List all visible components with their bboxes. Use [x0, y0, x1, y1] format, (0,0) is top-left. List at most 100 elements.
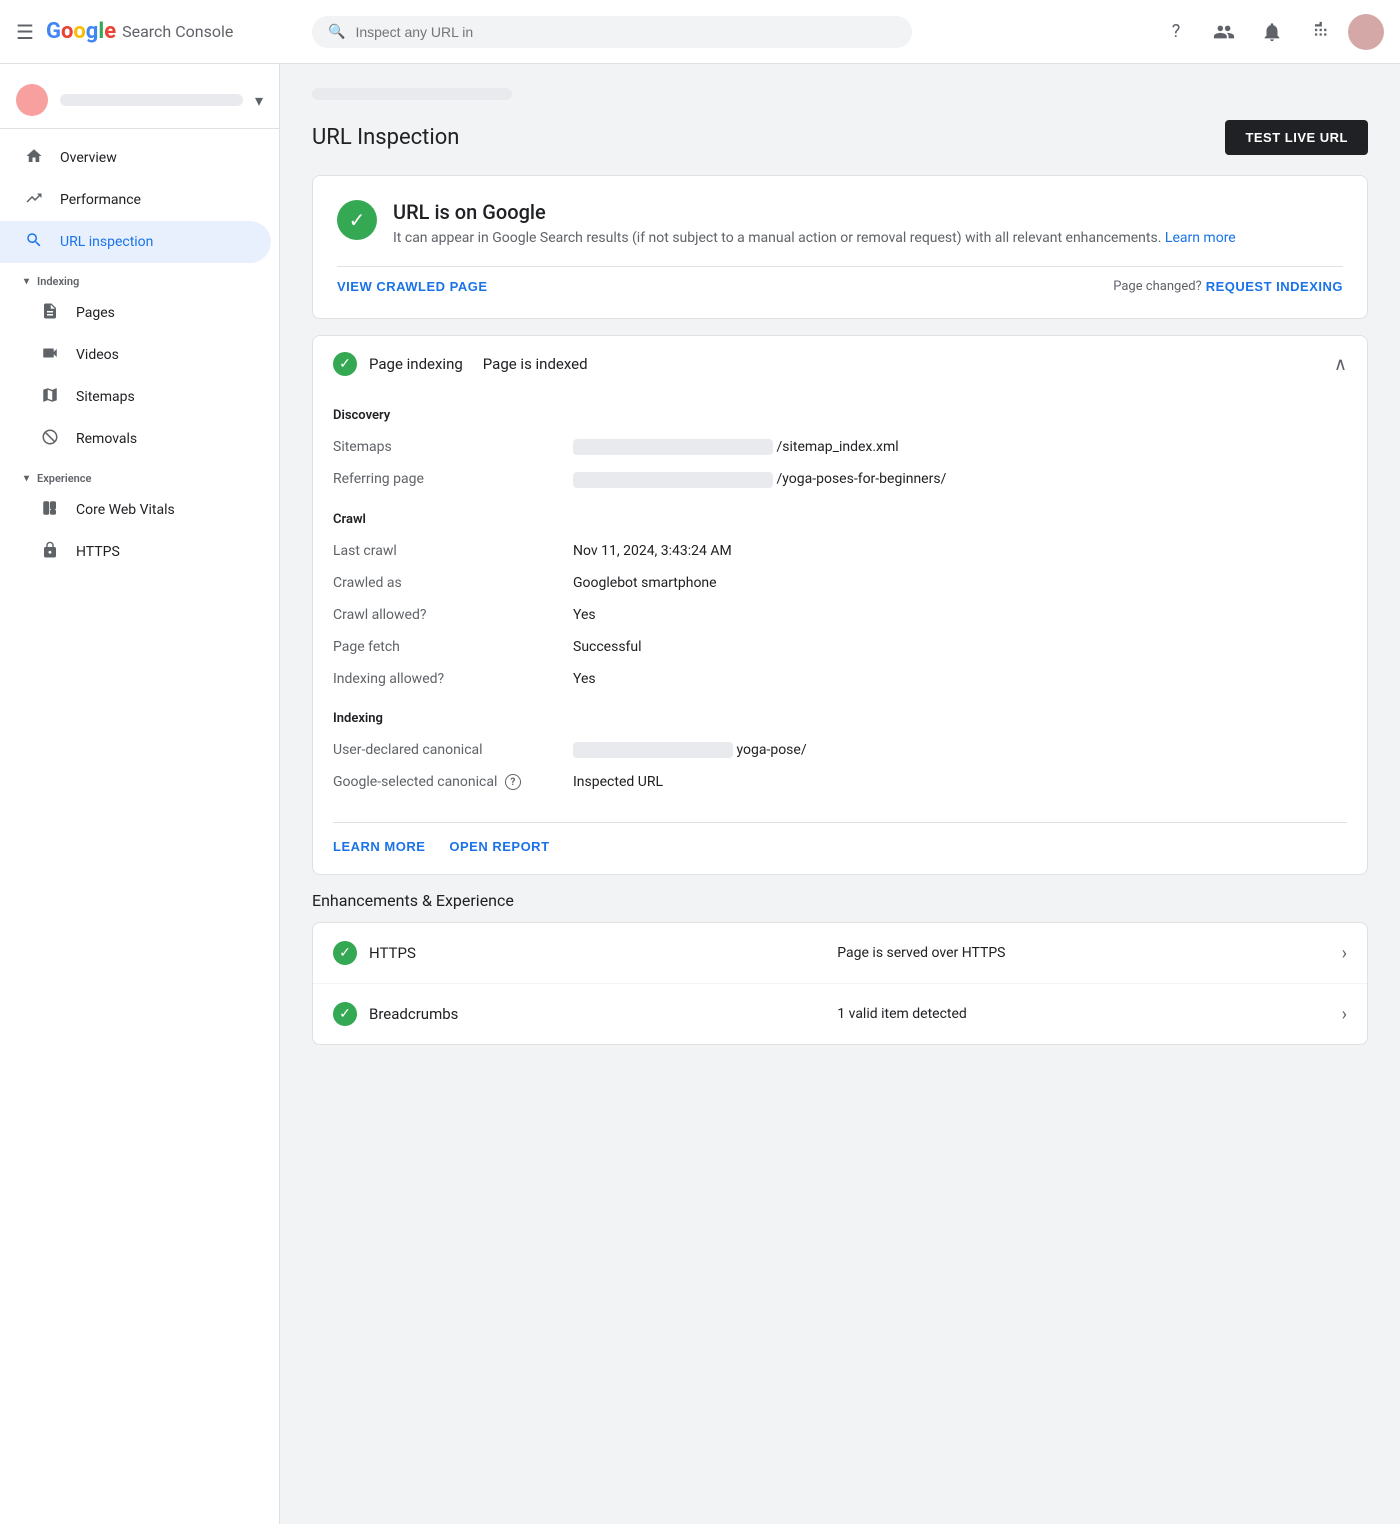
removals-label: Removals: [76, 431, 137, 447]
sidebar-item-removals[interactable]: Removals: [0, 418, 271, 460]
sidebar-item-https[interactable]: HTTPS: [0, 531, 271, 573]
videos-icon: [40, 344, 60, 366]
indexing-allowed-row: Indexing allowed? Yes: [333, 663, 1347, 695]
page-fetch-row: Page fetch Successful: [333, 631, 1347, 663]
open-report-button[interactable]: OPEN REPORT: [449, 839, 549, 854]
indexing-section-label: ▾ Indexing: [0, 263, 279, 292]
status-info: URL is on Google It can appear in Google…: [393, 200, 1236, 246]
page-subtitle: [312, 88, 512, 100]
indexing-sub-section-title: Indexing: [333, 711, 1347, 726]
referring-page-value: /yoga-poses-for-beginners/: [573, 471, 946, 487]
search-bar[interactable]: 🔍: [312, 16, 912, 48]
experience-arrow-icon: ▾: [24, 473, 29, 484]
card-actions: VIEW CRAWLED PAGE Page changed? REQUEST …: [337, 266, 1343, 294]
status-header: ✓ URL is on Google It can appear in Goog…: [337, 200, 1343, 246]
breadcrumbs-enhancement-row[interactable]: ✓ Breadcrumbs 1 valid item detected ›: [313, 984, 1367, 1044]
https-enhancement-row[interactable]: ✓ HTTPS Page is served over HTTPS ›: [313, 923, 1367, 984]
property-name: [60, 94, 243, 106]
sidebar-item-videos[interactable]: Videos: [0, 334, 271, 376]
enhancements-section: Enhancements & Experience ✓ HTTPS Page i…: [312, 891, 1368, 1045]
crawled-as-key: Crawled as: [333, 575, 553, 591]
property-avatar: [16, 84, 48, 116]
notifications-icon[interactable]: [1252, 12, 1292, 52]
users-icon[interactable]: [1204, 12, 1244, 52]
sitemaps-row: Sitemaps /sitemap_index.xml: [333, 431, 1347, 463]
page-fetch-key: Page fetch: [333, 639, 553, 655]
index-header[interactable]: ✓ Page indexing Page is indexed ∧: [313, 336, 1367, 392]
videos-label: Videos: [76, 347, 119, 363]
status-title: URL is on Google: [393, 200, 1236, 224]
pages-label: Pages: [76, 305, 115, 321]
status-description: It can appear in Google Search results (…: [393, 230, 1236, 246]
https-chevron-right-icon: ›: [1342, 943, 1347, 964]
page-indexed-value: Page is indexed: [483, 355, 588, 373]
core-web-vitals-icon: [40, 499, 60, 521]
view-crawled-page-button[interactable]: VIEW CRAWLED PAGE: [337, 279, 488, 294]
sitemaps-icon: [40, 386, 60, 408]
sitemaps-value: /sitemap_index.xml: [573, 439, 899, 455]
apps-icon[interactable]: [1300, 12, 1340, 52]
https-check-icon: ✓: [333, 941, 357, 965]
url-inspect-input[interactable]: [355, 24, 896, 40]
last-crawl-key: Last crawl: [333, 543, 553, 559]
sidebar-item-pages[interactable]: Pages: [0, 292, 271, 334]
https-enhancement-left: ✓ HTTPS: [333, 941, 837, 965]
request-indexing-button[interactable]: REQUEST INDEXING: [1206, 279, 1343, 294]
sidebar-item-sitemaps[interactable]: Sitemaps: [0, 376, 271, 418]
header-icons: ?: [1156, 12, 1384, 52]
https-enhancement-label: HTTPS: [369, 944, 416, 962]
hamburger-icon[interactable]: ☰: [16, 20, 34, 44]
index-details: Discovery Sitemaps /sitemap_index.xml Re…: [313, 408, 1367, 874]
collapse-icon[interactable]: ∧: [1334, 354, 1347, 375]
learn-more-button[interactable]: LEARN MORE: [333, 839, 425, 854]
page-fetch-value: Successful: [573, 639, 642, 655]
overview-label: Overview: [60, 150, 117, 166]
crawl-section-title: Crawl: [333, 512, 1347, 527]
help-circle-icon[interactable]: ?: [505, 774, 521, 790]
logo-text: Search Console: [122, 22, 233, 41]
referring-page-key: Referring page: [333, 471, 553, 487]
performance-label: Performance: [60, 192, 141, 208]
google-g-icon: Google: [46, 19, 116, 44]
google-logo: Google Search Console: [46, 19, 233, 44]
https-label: HTTPS: [76, 544, 120, 560]
sidebar-item-performance[interactable]: Performance: [0, 179, 271, 221]
experience-section-label: ▾ Experience: [0, 460, 279, 489]
referring-page-row: Referring page /yoga-poses-for-beginners…: [333, 463, 1347, 495]
search-icon: 🔍: [328, 24, 345, 40]
crawl-allowed-row: Crawl allowed? Yes: [333, 599, 1347, 631]
url-inspection-label: URL inspection: [60, 234, 153, 250]
canonical-suffix: yoga-pose/: [736, 742, 806, 758]
home-icon: [24, 147, 44, 169]
status-card: ✓ URL is on Google It can appear in Goog…: [312, 175, 1368, 319]
layout: ▾ Overview Performance URL inspection ▾ …: [0, 64, 1400, 1524]
enhancements-card: ✓ HTTPS Page is served over HTTPS › ✓ Br…: [312, 922, 1368, 1045]
indexing-arrow-icon: ▾: [24, 276, 29, 287]
sitemaps-label: Sitemaps: [76, 389, 135, 405]
crawled-as-row: Crawled as Googlebot smartphone: [333, 567, 1347, 599]
google-selected-canonical-key: Google-selected canonical ?: [333, 774, 553, 790]
pages-icon: [40, 302, 60, 324]
url-on-google-icon: ✓: [337, 200, 377, 240]
breadcrumbs-chevron-right-icon: ›: [1342, 1004, 1347, 1025]
page-changed-text: Page changed?: [1113, 279, 1202, 294]
indexing-label: Indexing: [37, 275, 79, 288]
discovery-section-title: Discovery: [333, 408, 1347, 423]
learn-more-link[interactable]: Learn more: [1165, 230, 1236, 246]
test-live-url-button[interactable]: TEST LIVE URL: [1225, 120, 1368, 155]
property-selector[interactable]: ▾: [0, 72, 279, 129]
crawl-allowed-key: Crawl allowed?: [333, 607, 553, 623]
last-crawl-value: Nov 11, 2024, 3:43:24 AM: [573, 543, 732, 559]
user-avatar[interactable]: [1348, 14, 1384, 50]
core-web-vitals-label: Core Web Vitals: [76, 502, 175, 518]
user-declared-canonical-row: User-declared canonical yoga-pose/: [333, 734, 1347, 766]
sidebar-item-core-web-vitals[interactable]: Core Web Vitals: [0, 489, 271, 531]
sidebar-item-overview[interactable]: Overview: [0, 137, 271, 179]
help-icon[interactable]: ?: [1156, 12, 1196, 52]
breadcrumbs-enhancement-left: ✓ Breadcrumbs: [333, 1002, 837, 1026]
referring-page-suffix: /yoga-poses-for-beginners/: [776, 471, 946, 487]
removals-icon: [40, 428, 60, 450]
sidebar-item-url-inspection[interactable]: URL inspection: [0, 221, 271, 263]
sitemaps-suffix: /sitemap_index.xml: [776, 439, 898, 455]
enhancements-title: Enhancements & Experience: [312, 891, 1368, 910]
